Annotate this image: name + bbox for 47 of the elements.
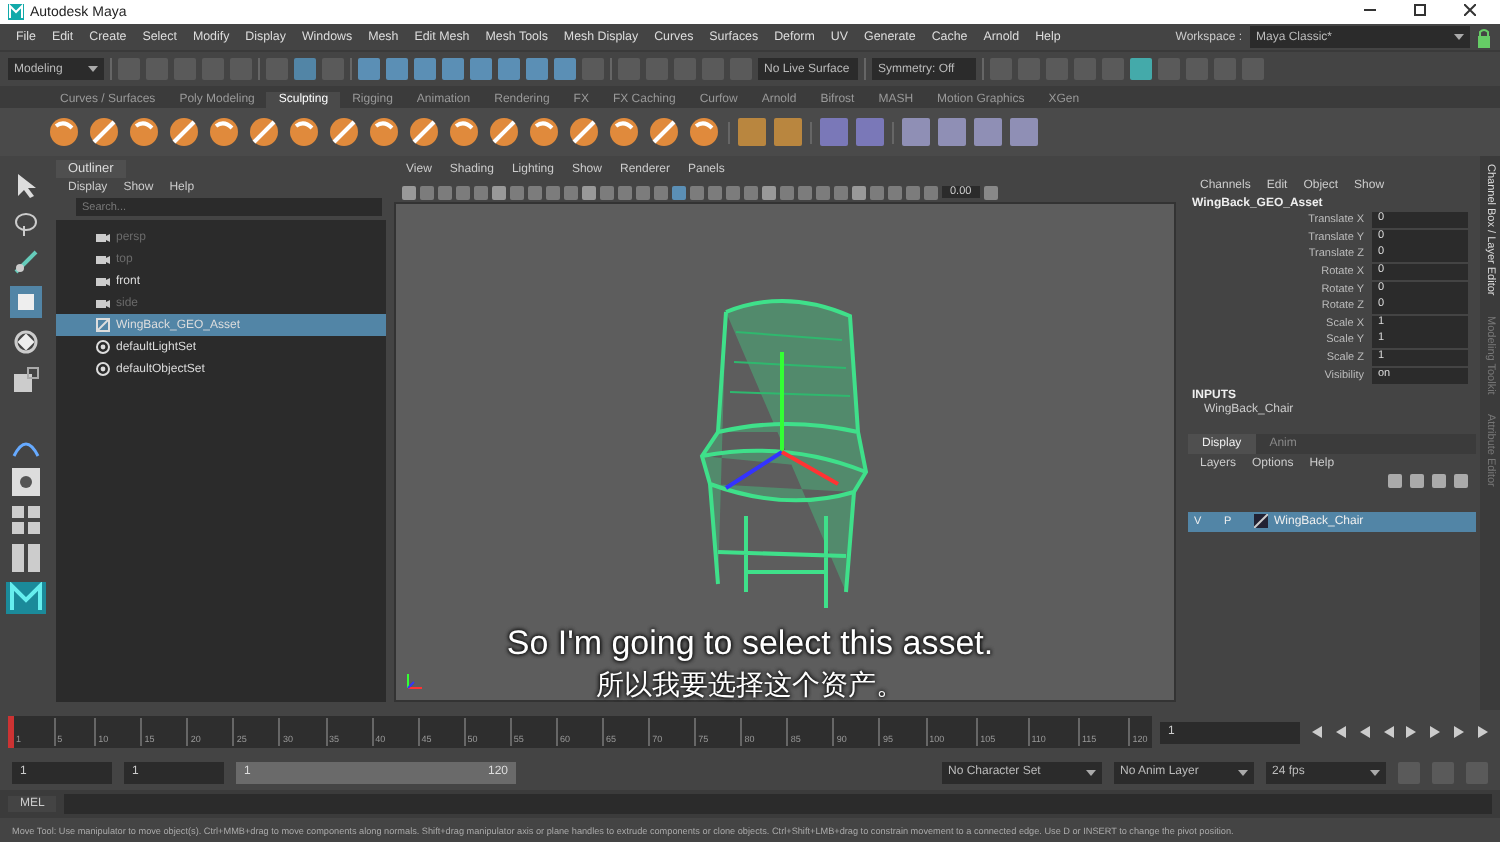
sculpt-brush-icon[interactable]	[408, 116, 440, 148]
lasso-icon[interactable]	[12, 210, 40, 238]
camera-icon	[96, 276, 110, 286]
camera-icon	[96, 298, 110, 308]
sculpt-brush-icon[interactable]	[288, 116, 320, 148]
current-time-marker[interactable]	[8, 716, 14, 748]
maximize-icon[interactable]	[1414, 4, 1426, 16]
sculpt-brush-icon[interactable]	[168, 116, 200, 148]
camera-icon	[96, 232, 110, 242]
sculpt-brush-icon[interactable]	[328, 116, 360, 148]
sculpt-brush-icon[interactable]	[248, 116, 280, 148]
rotate-tool-icon[interactable]	[12, 328, 40, 356]
sculpt-brush-icon[interactable]	[368, 116, 400, 148]
soft-select-icon[interactable]	[12, 438, 40, 458]
play-icon[interactable]	[1404, 724, 1420, 740]
move-tool-icon[interactable]	[10, 286, 42, 318]
color-swatch-icon	[1254, 514, 1268, 529]
minimize-icon[interactable]	[1364, 4, 1376, 16]
sculpt-brush-icon[interactable]	[688, 116, 720, 148]
sculpt-brush-icon[interactable]	[648, 116, 680, 148]
subtitle-text: So I'm going to select this asset.	[506, 624, 994, 664]
app-logo-icon[interactable]	[6, 582, 46, 614]
layout-four-icon[interactable]	[12, 506, 40, 534]
caret-icon	[1370, 769, 1380, 775]
caret-icon	[88, 66, 98, 72]
sculpt-brush-icon[interactable]	[448, 116, 480, 148]
sculpt-brush-icon[interactable]	[88, 116, 120, 148]
camera-icon	[96, 254, 110, 264]
sculpt-brush-icon[interactable]	[128, 116, 160, 148]
caret-icon	[1238, 769, 1248, 775]
select-arrow-icon[interactable]	[14, 172, 38, 200]
sculpt-brush-icon[interactable]	[568, 116, 600, 148]
sculpt-brush-icon[interactable]	[48, 116, 80, 148]
scale-tool-icon[interactable]	[12, 366, 40, 394]
subtitle-text: 所以我要选择这个资产。	[596, 668, 904, 704]
sculpt-brush-icon[interactable]	[488, 116, 520, 148]
caret-icon	[1454, 34, 1464, 40]
sculpt-brush-icon[interactable]	[608, 116, 640, 148]
layout-split-icon[interactable]	[12, 544, 40, 572]
paint-select-icon[interactable]	[12, 248, 40, 276]
sculpt-brush-icon[interactable]	[528, 116, 560, 148]
layout-single-icon[interactable]	[12, 468, 40, 496]
axis-gizmo-icon	[404, 672, 424, 692]
caret-icon	[1086, 769, 1096, 775]
close-icon[interactable]	[1464, 4, 1476, 16]
mesh-icon	[96, 318, 110, 332]
sculpt-brush-icon[interactable]	[208, 116, 240, 148]
